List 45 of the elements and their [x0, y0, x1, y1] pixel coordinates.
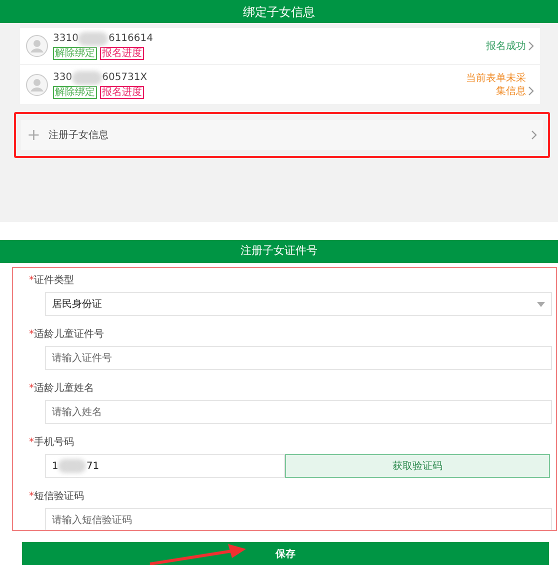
blurred-region [78, 32, 108, 46]
chevron-right-icon [528, 40, 534, 50]
unbind-button[interactable]: 解除绑定 [53, 86, 97, 98]
blurred-region [72, 70, 102, 84]
required-mark: * [29, 436, 34, 450]
phone-field[interactable]: 1 71 [45, 454, 285, 478]
id-type-select[interactable]: 居民身份证 [45, 292, 552, 316]
register-child-label: 注册子女信息 [48, 128, 108, 142]
input-field[interactable]: 请输入短信验证码 [45, 508, 552, 530]
chevron-right-icon [531, 130, 537, 140]
save-button[interactable]: 保存 [22, 542, 549, 565]
field-label: 证件类型 [34, 274, 74, 288]
header-title: 绑定子女信息 [243, 4, 315, 20]
input-field[interactable]: 请输入姓名 [45, 400, 552, 424]
phone-prefix: 1 [52, 460, 58, 474]
plus-icon: + [27, 127, 40, 143]
id-number-suffix: 605731X [102, 72, 148, 84]
id-number-prefix: 3310 [53, 33, 78, 45]
child-card[interactable]: 330 605731X 解除绑定 报名进度 当前表单未采集信息 [20, 65, 540, 104]
field-label: 短信验证码 [34, 490, 84, 504]
phone-suffix: 71 [86, 460, 100, 474]
progress-button[interactable]: 报名进度 [100, 86, 144, 98]
avatar-icon [26, 74, 48, 96]
id-number-suffix: 6116614 [108, 33, 153, 45]
status-text: 当前表单未采集信息 [465, 72, 526, 98]
id-number-prefix: 330 [53, 72, 72, 84]
status-text: 报名成功 [485, 40, 526, 52]
form-header-title: 注册子女证件号 [240, 243, 318, 260]
input-field[interactable]: 请输入证件号 [45, 346, 552, 370]
field-label: 手机号码 [34, 436, 74, 450]
required-mark: * [29, 328, 34, 342]
required-mark: * [29, 274, 34, 288]
dropdown-caret-icon [537, 302, 545, 306]
required-mark: * [29, 382, 34, 396]
field-label: 适龄儿童姓名 [34, 382, 94, 396]
child-card[interactable]: 3310 6116614 解除绑定 报名进度 报名成功 [20, 28, 540, 64]
avatar-icon [26, 35, 48, 57]
required-mark: * [29, 490, 34, 504]
progress-button[interactable]: 报名进度 [100, 47, 144, 60]
register-child-row[interactable]: + 注册子女信息 [21, 120, 543, 150]
field-label: 适龄儿童证件号 [34, 328, 104, 342]
unbind-button[interactable]: 解除绑定 [53, 47, 97, 60]
chevron-right-icon [528, 86, 534, 96]
blurred-region [58, 459, 86, 473]
get-code-button[interactable]: 获取验证码 [285, 454, 550, 478]
